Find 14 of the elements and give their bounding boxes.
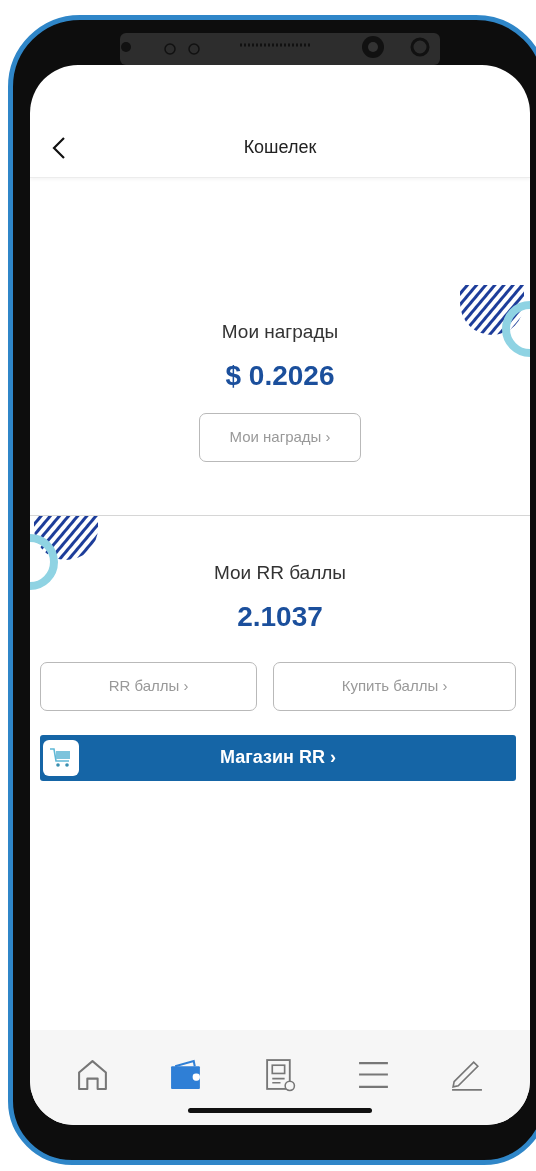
points-button[interactable]: RR баллы › (40, 661, 258, 711)
rewards-button[interactable]: Мои награды › (199, 412, 361, 462)
rewards-title: Мои награды (220, 320, 340, 344)
points-amount: 2.1037 (236, 599, 324, 634)
cart-icon (49, 746, 73, 769)
store-button[interactable]: Магазин RR › (40, 734, 516, 781)
rewards-amount: $ 0.2026 (224, 358, 336, 393)
back-icon[interactable] (52, 136, 66, 160)
document-icon[interactable] (263, 1058, 297, 1092)
screen-title: Кошелек (243, 136, 317, 159)
home-icon[interactable] (75, 1058, 110, 1092)
points-button[interactable]: Купить баллы › (273, 661, 516, 711)
points-title: Мои RR баллы (212, 561, 348, 585)
edit-icon[interactable] (450, 1058, 485, 1092)
